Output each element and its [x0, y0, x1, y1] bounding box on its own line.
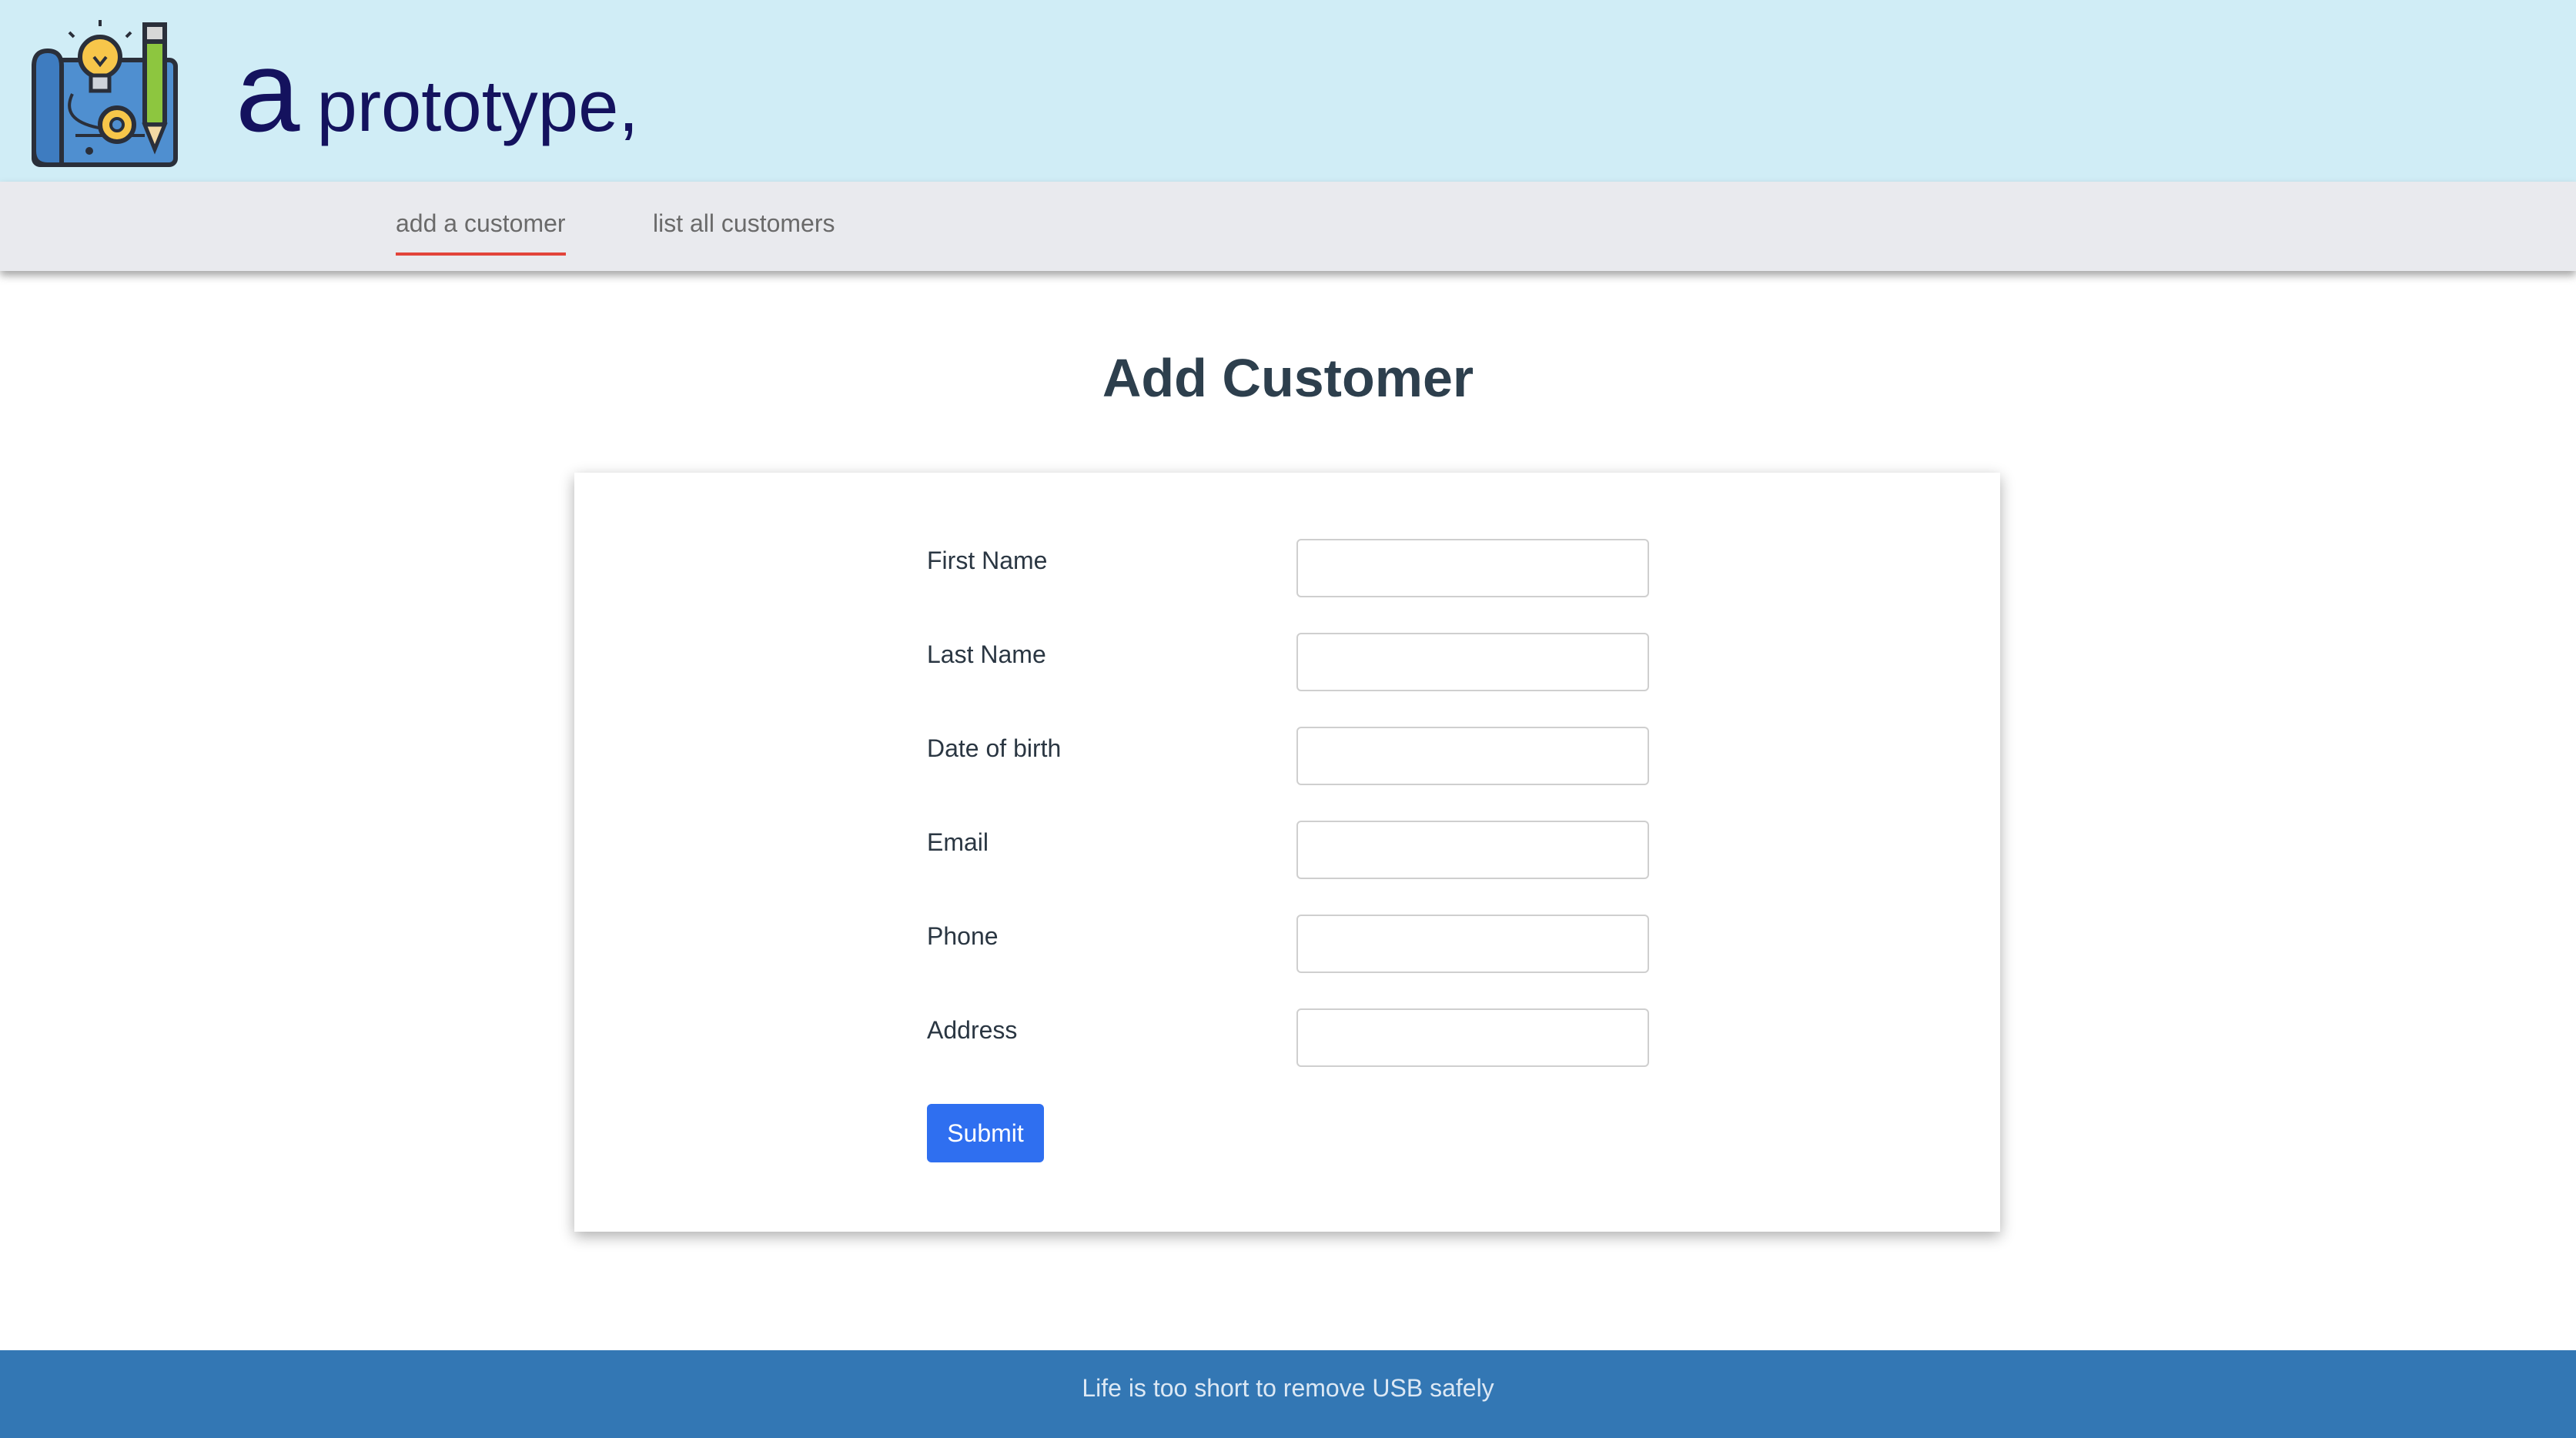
- form-row-first-name: First Name: [574, 539, 2000, 604]
- submit-button[interactable]: Submit: [927, 1104, 1044, 1162]
- form-row-date-of-birth: Date of birth: [574, 727, 2000, 791]
- email-field[interactable]: [1296, 821, 1649, 879]
- form-row-last-name: Last Name: [574, 633, 2000, 697]
- footer-text: Life is too short to remove USB safely: [1082, 1374, 1494, 1402]
- brand-letter: a: [236, 26, 300, 156]
- phone-field[interactable]: [1296, 915, 1649, 973]
- last-name-field[interactable]: [1296, 633, 1649, 691]
- page: a prototype, add a customer list all cus…: [0, 0, 2576, 1438]
- nav-item-list-customers[interactable]: list all customers: [653, 208, 835, 239]
- form-row-phone: Phone: [574, 915, 2000, 979]
- last-name-label: Last Name: [927, 640, 1046, 668]
- address-label: Address: [927, 1016, 1018, 1044]
- email-label: Email: [927, 828, 989, 856]
- page-title: Add Customer: [1102, 348, 1474, 408]
- blueprint-lightbulb-gear-pencil-icon[interactable]: [29, 20, 180, 171]
- top-nav: add a customer list all customers: [0, 182, 2576, 271]
- brand-text: prototype,: [316, 65, 639, 146]
- form-row-email: Email: [574, 821, 2000, 885]
- header: a prototype,: [0, 0, 2576, 182]
- first-name-label: First Name: [927, 547, 1048, 574]
- customer-form-card: First Name Last Name Date of birth Email…: [574, 473, 2000, 1232]
- date-of-birth-label: Date of birth: [927, 734, 1062, 762]
- brand-title: a prototype,: [236, 22, 638, 160]
- form-row-address: Address: [574, 1008, 2000, 1073]
- nav-item-add-customer[interactable]: add a customer: [396, 208, 566, 256]
- address-field[interactable]: [1296, 1008, 1649, 1067]
- first-name-field[interactable]: [1296, 539, 1649, 597]
- footer: Life is too short to remove USB safely: [0, 1350, 2576, 1438]
- date-of-birth-field[interactable]: [1296, 727, 1649, 785]
- phone-label: Phone: [927, 922, 999, 950]
